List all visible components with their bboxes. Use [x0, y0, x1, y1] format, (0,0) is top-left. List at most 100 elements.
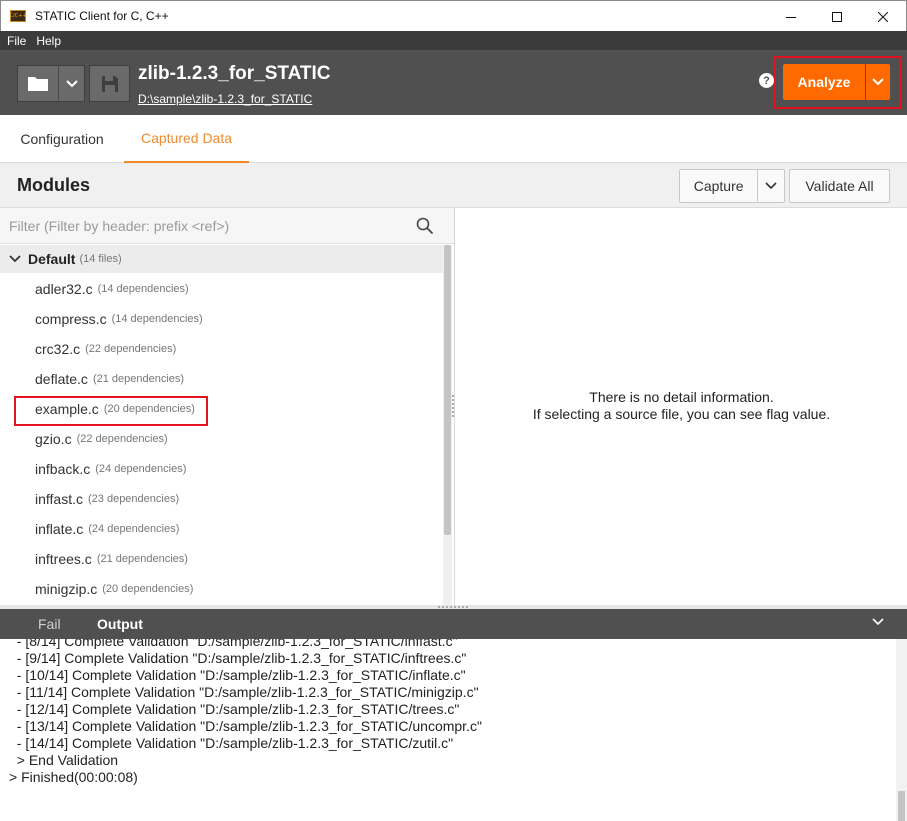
group-name: Default — [28, 251, 76, 267]
open-dropdown-button[interactable] — [59, 66, 84, 101]
log-line: - [8/14] Complete Validation "D:/sample/… — [9, 639, 458, 649]
validate-all-button[interactable]: Validate All — [789, 169, 890, 203]
file-dependency-count: (22 dependencies) — [85, 343, 177, 355]
modules-toolbar: Modules Capture Validate All — [0, 163, 907, 208]
capture-dropdown-button[interactable] — [758, 170, 784, 202]
output-tabs: Fail Output — [0, 609, 907, 639]
vertical-split-handle[interactable] — [451, 393, 455, 423]
file-name: infback.c — [35, 461, 91, 477]
file-name: adler32.c — [35, 281, 93, 297]
tab-captured-data[interactable]: Captured Data — [124, 115, 249, 163]
chevron-down-icon — [872, 78, 884, 86]
close-window-button[interactable] — [860, 1, 906, 32]
file-list: adler32.c (14 dependencies) compress.c (14… — [0, 274, 443, 604]
save-icon — [101, 75, 118, 92]
file-dependency-count: (24 dependencies) — [88, 523, 180, 535]
project-name: zlib-1.2.3_for_STATIC — [138, 63, 331, 84]
log-line: - [10/14] Complete Validation "D:/sample… — [9, 667, 466, 683]
window-title: STATIC Client for C, C++ — [35, 9, 169, 23]
file-highlight-frame — [14, 396, 208, 426]
capture-split-button: Capture — [679, 169, 785, 203]
detail-message-line2: If selecting a source file, you can see … — [532, 406, 831, 422]
help-icon[interactable]: ? — [759, 73, 774, 88]
file-name: gzio.c — [35, 431, 72, 447]
menu-file[interactable]: File — [7, 34, 26, 48]
file-name: deflate.c — [35, 371, 88, 387]
close-icon — [878, 11, 888, 22]
modules-title: Modules — [17, 175, 91, 195]
log-line: > End Validation — [9, 752, 119, 768]
file-dependency-count: (24 dependencies) — [95, 463, 187, 475]
file-item[interactable]: infback.c (24 dependencies) — [0, 454, 443, 484]
file-dependency-count: (14 dependencies) — [111, 313, 203, 325]
file-list-scrollbar[interactable] — [443, 245, 452, 605]
file-dependency-count: (21 dependencies) — [92, 373, 185, 385]
menu-bar: File Help — [0, 31, 907, 50]
file-name: inffast.c — [35, 491, 83, 507]
file-item[interactable]: inffast.c (23 dependencies) — [0, 484, 443, 514]
file-name: inftrees.c — [35, 551, 92, 567]
window-controls — [768, 1, 906, 32]
file-item[interactable]: compress.c (14 dependencies) — [0, 304, 443, 334]
chevron-down-icon[interactable] — [872, 618, 884, 626]
file-item[interactable]: adler32.c (14 dependencies) — [0, 274, 443, 304]
file-name: compress.c — [35, 311, 107, 327]
tab-output[interactable]: Output — [97, 609, 143, 639]
chevron-down-icon — [65, 79, 78, 87]
project-header: zlib-1.2.3_for_STATIC D:\sample\zlib-1.2… — [0, 50, 907, 115]
log-line: - [14/14] Complete Validation "D:/sample… — [9, 735, 454, 751]
file-dependency-count: (23 dependencies) — [88, 493, 180, 505]
app-icon-text: C/C++ — [9, 12, 27, 19]
minimize-icon — [786, 16, 796, 18]
filter-input[interactable] — [0, 208, 410, 243]
log-line: > Finished(00:00:08) — [9, 769, 138, 785]
file-name: minigzip.c — [35, 581, 98, 597]
log-line: - [13/14] Complete Validation "D:/sample… — [9, 718, 482, 734]
file-item[interactable]: crc32.c (22 dependencies) — [0, 334, 443, 364]
open-folder-button[interactable] — [18, 66, 60, 101]
title-bar: C/C++ STATIC Client for C, C++ — [0, 0, 907, 31]
group-file-count: (14 files) — [79, 253, 122, 265]
filter-bar — [0, 208, 454, 244]
maximize-icon — [832, 11, 842, 22]
file-name: inflate.c — [35, 521, 84, 537]
chevron-down-icon[interactable] — [9, 255, 21, 263]
capture-button[interactable]: Capture — [680, 170, 759, 202]
detail-message-line1: There is no detail information. — [589, 389, 774, 405]
tab-configuration[interactable]: Configuration — [0, 115, 124, 163]
main-tabs: Configuration Captured Data — [0, 115, 907, 163]
search-icon[interactable] — [416, 217, 434, 235]
maximize-button[interactable] — [814, 1, 860, 32]
tab-fail[interactable]: Fail — [38, 609, 61, 639]
log-line: - [11/14] Complete Validation "D:/sample… — [9, 684, 479, 700]
file-dependency-count: (21 dependencies) — [96, 553, 188, 565]
file-item[interactable]: minigzip.c (20 dependencies) — [0, 574, 443, 604]
project-path-link[interactable]: D:\sample\zlib-1.2.3_for_STATIC — [138, 92, 312, 106]
save-button[interactable] — [89, 65, 130, 102]
detail-pane: There is no detail information. If selec… — [456, 208, 907, 605]
scrollbar-thumb[interactable] — [898, 791, 905, 821]
folder-icon — [28, 77, 49, 91]
scrollbar-thumb[interactable] — [444, 245, 451, 535]
open-project-split-button — [17, 65, 85, 102]
minimize-button[interactable] — [768, 1, 814, 32]
file-item[interactable]: inftrees.c (21 dependencies) — [0, 544, 443, 574]
file-item[interactable]: inflate.c (24 dependencies) — [0, 514, 443, 544]
file-dependency-count: (14 dependencies) — [97, 283, 189, 295]
app-icon: C/C++ — [9, 10, 27, 22]
file-item[interactable]: deflate.c (21 dependencies) — [0, 364, 443, 394]
chevron-down-icon — [765, 182, 777, 190]
output-scrollbar[interactable] — [896, 639, 907, 821]
analyze-dropdown-button[interactable] — [866, 64, 890, 100]
menu-help[interactable]: Help — [36, 34, 61, 48]
log-line: - [12/14] Complete Validation "D:/sample… — [9, 701, 460, 717]
file-item[interactable]: gzio.c (22 dependencies) — [0, 424, 443, 454]
file-name: crc32.c — [35, 341, 81, 357]
file-dependency-count: (22 dependencies) — [76, 433, 168, 445]
output-log: - [8/14] Complete Validation "D:/sample/… — [0, 639, 907, 821]
analyze-button[interactable]: Analyze — [783, 64, 865, 100]
log-line: - [9/14] Complete Validation "D:/sample/… — [9, 650, 467, 666]
file-dependency-count: (20 dependencies) — [102, 583, 194, 595]
detail-empty-message: There is no detail information. If selec… — [456, 389, 907, 423]
module-group-default[interactable]: Default (14 files) — [0, 245, 443, 273]
